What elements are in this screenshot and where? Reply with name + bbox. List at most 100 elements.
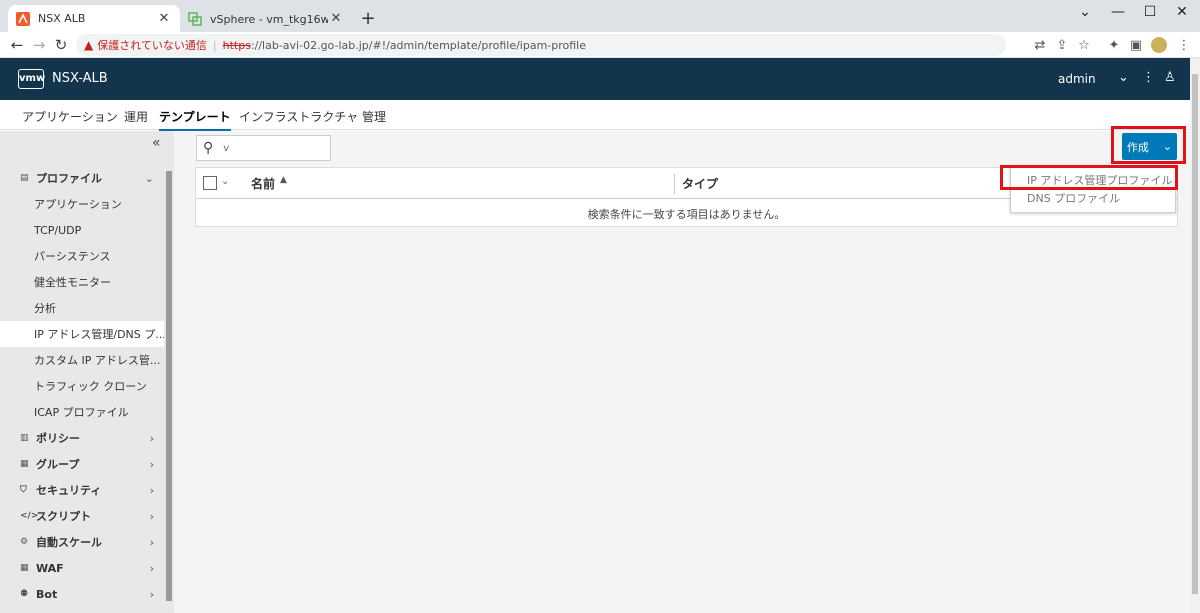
menu-item-dns-profile[interactable]: DNS プロファイル bbox=[1027, 190, 1120, 206]
sort-ascending-icon[interactable]: ▲ bbox=[280, 175, 287, 185]
sidebar-section-label: WAF bbox=[36, 561, 64, 575]
tab-title: NSX ALB bbox=[38, 12, 86, 25]
profile-icon: ▤ bbox=[20, 173, 29, 183]
sidebar-section-scripts[interactable]: </> スクリプト › bbox=[0, 503, 164, 529]
extensions-icon[interactable]: ✦ bbox=[1106, 38, 1122, 53]
address-bar-row: ← → ↻ ▲ 保護されていない通信 | https ://lab-avi-02… bbox=[0, 32, 1200, 58]
kebab-menu-icon[interactable]: ⋮ bbox=[1142, 70, 1155, 85]
sidebar-item-persistence[interactable]: パーシステンス bbox=[0, 243, 164, 269]
chevron-right-icon: › bbox=[149, 535, 154, 549]
policy-icon: ▥ bbox=[20, 433, 29, 443]
page-scrollbar[interactable] bbox=[1190, 58, 1200, 613]
sidebar-item-ipam-dns[interactable]: IP アドレス管理/DNS プ... bbox=[0, 321, 164, 347]
sidebar-section-label: セキュリティ bbox=[36, 484, 102, 497]
bot-icon: ⚉ bbox=[20, 589, 29, 599]
maximize-button[interactable]: ☐ bbox=[1135, 4, 1165, 20]
sidebar-section-groups[interactable]: ▦ グループ › bbox=[0, 451, 164, 477]
user-name[interactable]: admin bbox=[1058, 72, 1096, 86]
sidebar-section-label: スクリプト bbox=[36, 510, 91, 523]
browser-menu-icon[interactable]: ⋮ bbox=[1176, 38, 1192, 53]
column-header-type[interactable]: タイプ bbox=[682, 175, 718, 192]
group-icon: ▦ bbox=[20, 459, 29, 469]
sidebar-section-autoscale[interactable]: ⚙ 自動スケール › bbox=[0, 529, 164, 555]
sidebar-item-health-monitor[interactable]: 健全性モニター bbox=[0, 269, 164, 295]
sidebar-item-tcp-udp[interactable]: TCP/UDP bbox=[0, 217, 164, 243]
code-icon: </> bbox=[20, 511, 39, 521]
url-bar[interactable]: ▲ 保護されていない通信 | https ://lab-avi-02.go-la… bbox=[76, 34, 1006, 56]
chevron-down-icon[interactable]: ⌄ bbox=[221, 176, 229, 187]
search-field[interactable]: ⚲ bbox=[196, 135, 331, 161]
vmw-logo: vmw bbox=[18, 69, 45, 89]
sidebar-item-application[interactable]: アプリケーション bbox=[0, 191, 164, 217]
tab-vsphere[interactable]: vSphere - vm_tkg16wc02 - すべて ✕ bbox=[180, 5, 352, 32]
nav-operations[interactable]: 運用 bbox=[124, 108, 148, 125]
app-name: NSX-ALB bbox=[52, 71, 108, 86]
chevron-right-icon: › bbox=[149, 431, 154, 445]
column-header-name[interactable]: 名前 bbox=[251, 175, 275, 192]
translate-icon[interactable]: ⇄ bbox=[1032, 38, 1048, 53]
reload-button[interactable]: ↻ bbox=[52, 36, 70, 54]
close-tab-icon[interactable]: ✕ bbox=[156, 11, 172, 26]
chevron-down-icon[interactable]: ⌄ bbox=[1118, 70, 1129, 85]
security-warning[interactable]: 保護されていない通信 bbox=[97, 37, 207, 53]
highlight-box-create bbox=[1111, 126, 1186, 164]
tab-nsx-alb[interactable]: NSX ALB ✕ bbox=[8, 5, 180, 32]
close-window-button[interactable]: ✕ bbox=[1167, 4, 1197, 20]
chevron-up-icon: ⌄ bbox=[144, 171, 154, 185]
sidebar-section-label: Bot bbox=[36, 587, 58, 601]
sidebar-section-waf[interactable]: ▦ WAF › bbox=[0, 555, 164, 581]
sidebar-section-label: 自動スケール bbox=[36, 536, 102, 549]
profile-avatar[interactable] bbox=[1151, 37, 1167, 53]
url-path: ://lab-avi-02.go-lab.jp/#!/admin/templat… bbox=[250, 38, 587, 52]
nav-templates[interactable]: テンプレート bbox=[159, 108, 231, 131]
forward-button[interactable]: → bbox=[30, 36, 48, 54]
select-all-checkbox[interactable] bbox=[203, 176, 217, 190]
chevron-right-icon: › bbox=[149, 457, 154, 471]
highlight-box-ipam bbox=[1000, 165, 1178, 190]
tab-title: vSphere - vm_tkg16wc02 - すべて bbox=[210, 12, 328, 26]
shield-icon: ⛉ bbox=[20, 485, 27, 495]
nsx-alb-favicon bbox=[16, 11, 30, 26]
chevron-right-icon: › bbox=[149, 483, 154, 497]
sidebar-section-bot[interactable]: ⚉ Bot › bbox=[0, 581, 164, 607]
firewall-icon: ▦ bbox=[20, 563, 29, 573]
new-tab-button[interactable]: + bbox=[358, 8, 378, 29]
collapse-sidebar-icon[interactable]: « bbox=[152, 135, 161, 151]
chevron-right-icon: › bbox=[149, 561, 154, 575]
sidebar-section-security[interactable]: ⛉ セキュリティ › bbox=[0, 477, 164, 503]
column-divider[interactable] bbox=[674, 174, 675, 194]
chevron-right-icon: › bbox=[149, 587, 154, 601]
sidebar-section-policies[interactable]: ▥ ポリシー › bbox=[0, 425, 164, 451]
app-header: vmw NSX-ALB admin ⌄ ⋮ ♙ bbox=[0, 58, 1190, 100]
sidebar-scrollbar-thumb[interactable] bbox=[166, 171, 172, 601]
back-button[interactable]: ← bbox=[8, 36, 26, 54]
vsphere-favicon bbox=[188, 11, 202, 26]
user-icon[interactable]: ♙ bbox=[1164, 70, 1176, 85]
search-input[interactable] bbox=[223, 142, 314, 154]
sidebar-section-label: プロファイル bbox=[36, 172, 102, 185]
share-icon[interactable]: ⇪ bbox=[1054, 38, 1070, 53]
bookmark-star-icon[interactable]: ☆ bbox=[1076, 38, 1092, 53]
close-tab-icon[interactable]: ✕ bbox=[328, 11, 344, 26]
browser-tab-strip: NSX ALB ✕ vSphere - vm_tkg16wc02 - すべて ✕… bbox=[0, 0, 1200, 32]
nav-infrastructure[interactable]: インフラストラクチャ bbox=[239, 108, 358, 125]
tab-search-icon[interactable]: ⌄ bbox=[1070, 4, 1100, 20]
side-panel-icon[interactable]: ▣ bbox=[1128, 38, 1144, 53]
sidebar-item-traffic-clone[interactable]: トラフィック クローン bbox=[0, 373, 164, 399]
top-navigation: アプリケーション 運用 テンプレート インフラストラクチャ 管理 bbox=[0, 100, 1190, 131]
nav-administration[interactable]: 管理 bbox=[362, 108, 386, 125]
sidebar-item-icap[interactable]: ICAP プロファイル bbox=[0, 399, 164, 425]
url-scheme: https bbox=[222, 38, 251, 52]
url-divider: | bbox=[212, 38, 217, 52]
chevron-right-icon: › bbox=[149, 509, 154, 523]
minimize-button[interactable]: — bbox=[1103, 4, 1133, 20]
sidebar-section-profiles[interactable]: ▤ プロファイル ⌄ bbox=[0, 165, 164, 191]
page-scrollbar-thumb[interactable] bbox=[1192, 74, 1198, 594]
sidebar: « ▤ プロファイル ⌄ アプリケーション TCP/UDP パーシステンス 健全… bbox=[0, 131, 164, 613]
warning-icon: ▲ bbox=[84, 38, 94, 52]
sidebar-scrollbar[interactable] bbox=[164, 131, 174, 613]
sidebar-section-label: ポリシー bbox=[36, 432, 80, 445]
sidebar-item-custom-ipam[interactable]: カスタム IP アドレス管... bbox=[0, 347, 164, 373]
nav-applications[interactable]: アプリケーション bbox=[22, 108, 118, 125]
sidebar-item-analytics[interactable]: 分析 bbox=[0, 295, 164, 321]
